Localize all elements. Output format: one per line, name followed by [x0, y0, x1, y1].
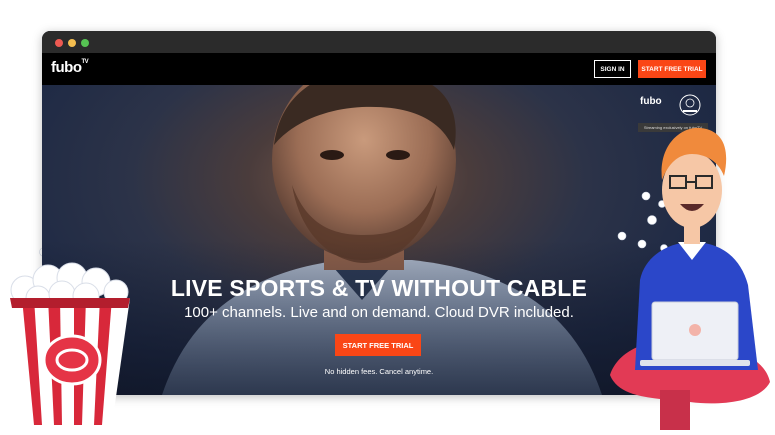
site-header: fuboTV SIGN IN START FREE TRIAL	[42, 53, 716, 85]
window-close-dot[interactable]	[55, 39, 63, 47]
browser-titlebar	[42, 31, 716, 53]
window-maximize-dot[interactable]	[81, 39, 89, 47]
partner-badge: fubo	[640, 93, 708, 123]
sign-in-button[interactable]: SIGN IN	[594, 60, 631, 78]
fubotv-logo[interactable]: fuboTV	[51, 59, 89, 76]
conmebol-seal-icon	[679, 94, 701, 116]
person-with-laptop-illustration	[610, 127, 770, 430]
badge-fubo-logo: fubo	[640, 96, 662, 107]
window-minimize-dot[interactable]	[68, 39, 76, 47]
logo-sup: TV	[81, 59, 89, 65]
popcorn-bucket-illustration	[10, 262, 130, 425]
header-start-trial-button[interactable]: START FREE TRIAL	[638, 60, 706, 78]
hero-start-trial-button[interactable]: START FREE TRIAL	[335, 334, 421, 356]
logo-text: fubo	[51, 59, 82, 76]
